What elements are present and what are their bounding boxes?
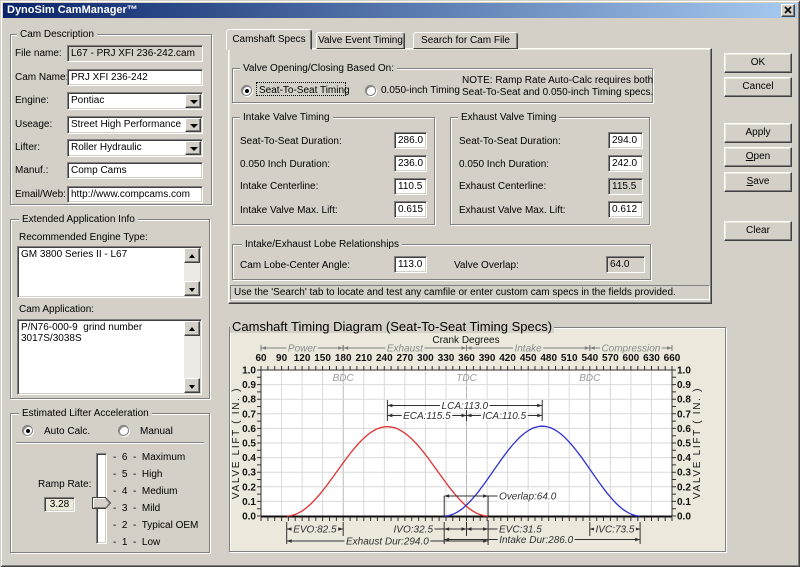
svg-text:1.0: 1.0 (242, 366, 256, 377)
svg-text:Overlap:64.0: Overlap:64.0 (499, 492, 557, 503)
svg-text:Exhaust Dur:294.0: Exhaust Dur:294.0 (346, 537, 429, 548)
svg-text:0.4: 0.4 (677, 453, 691, 464)
svg-text:210: 210 (355, 353, 372, 364)
svg-text:360: 360 (458, 353, 475, 364)
svg-text:0.0: 0.0 (242, 512, 256, 523)
svg-text:0.5: 0.5 (242, 439, 256, 450)
svg-text:ECA:115.5: ECA:115.5 (403, 411, 451, 422)
svg-text:IVO:32.5: IVO:32.5 (394, 525, 434, 536)
svg-text:180: 180 (335, 353, 352, 364)
svg-text:IVC:73.5: IVC:73.5 (596, 525, 635, 536)
svg-text:270: 270 (397, 353, 414, 364)
svg-text:300: 300 (417, 353, 434, 364)
svg-text:0.6: 0.6 (677, 424, 691, 435)
svg-text:330: 330 (438, 353, 455, 364)
svg-text:570: 570 (602, 353, 619, 364)
svg-text:450: 450 (520, 353, 537, 364)
svg-text:480: 480 (540, 353, 557, 364)
svg-text:BDC: BDC (579, 373, 601, 384)
svg-text:VALVE LIFT ( IN. ): VALVE LIFT ( IN. ) (231, 387, 242, 499)
svg-text:0.8: 0.8 (242, 395, 256, 406)
svg-text:150: 150 (314, 353, 331, 364)
svg-text:0.6: 0.6 (242, 424, 256, 435)
svg-text:60: 60 (255, 353, 267, 364)
svg-text:0.9: 0.9 (242, 380, 256, 391)
svg-text:540: 540 (581, 353, 598, 364)
svg-text:0.5: 0.5 (677, 439, 691, 450)
svg-text:420: 420 (499, 353, 516, 364)
svg-text:EVC:31.5: EVC:31.5 (499, 525, 542, 536)
svg-text:ICA:110.5: ICA:110.5 (482, 411, 526, 422)
svg-text:0.1: 0.1 (242, 497, 256, 508)
svg-text:EVO:82.5: EVO:82.5 (293, 525, 337, 536)
svg-text:0.3: 0.3 (242, 468, 256, 479)
svg-text:90: 90 (276, 353, 288, 364)
svg-text:240: 240 (376, 353, 393, 364)
svg-text:0.7: 0.7 (242, 409, 256, 420)
svg-text:390: 390 (479, 353, 496, 364)
svg-text:1.0: 1.0 (677, 366, 691, 377)
svg-text:600: 600 (623, 353, 640, 364)
svg-text:Intake Dur:286.0: Intake Dur:286.0 (499, 535, 573, 546)
svg-text:0.1: 0.1 (677, 497, 691, 508)
svg-text:0.8: 0.8 (677, 395, 691, 406)
svg-text:Crank Degrees: Crank Degrees (432, 335, 499, 346)
svg-text:0.2: 0.2 (677, 482, 691, 493)
svg-text:630: 630 (643, 353, 660, 364)
svg-text:TDC: TDC (456, 373, 477, 384)
svg-text:0.4: 0.4 (242, 453, 256, 464)
svg-text:660: 660 (664, 353, 681, 364)
svg-text:0.2: 0.2 (242, 482, 256, 493)
svg-text:VALVE LIFT ( IN. ): VALVE LIFT ( IN. ) (692, 387, 703, 499)
svg-text:0.3: 0.3 (677, 468, 691, 479)
svg-text:0.0: 0.0 (677, 512, 691, 523)
svg-text:510: 510 (561, 353, 578, 364)
svg-text:120: 120 (294, 353, 311, 364)
svg-text:0.7: 0.7 (677, 409, 691, 420)
svg-text:0.9: 0.9 (677, 380, 691, 391)
svg-text:BDC: BDC (333, 373, 355, 384)
